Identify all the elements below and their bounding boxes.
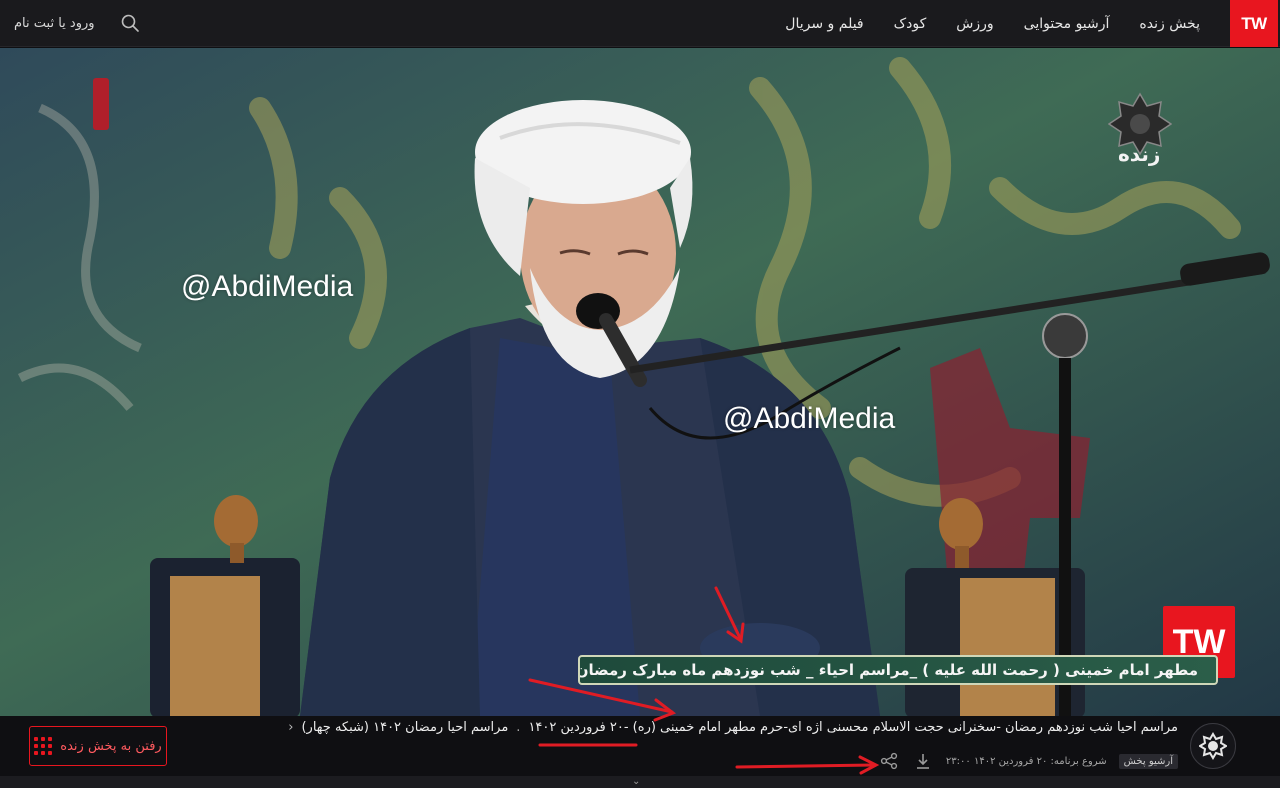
watermark-text: @AbdiMedia (181, 270, 354, 303)
archive-badge: آرشیو پخش (1118, 753, 1178, 769)
top-navigation-bar: TW پخش زنده آرشیو محتوایی ورزش کودک فیلم… (0, 0, 1280, 47)
nav-item-movies-series[interactable]: فیلم و سریال (785, 16, 863, 32)
channel-logo[interactable] (1190, 723, 1236, 769)
nav-item-archive[interactable]: آرشیو محتوایی (1024, 16, 1110, 32)
grid-icon (34, 737, 53, 755)
channel-four-icon (1199, 732, 1227, 760)
nav-item-live[interactable]: پخش زنده (1139, 16, 1200, 32)
chevron-left-icon[interactable]: ‹ (288, 720, 293, 735)
main-nav: پخش زنده آرشیو محتوایی ورزش کودک فیلم و … (785, 0, 1200, 47)
title-separator: . (516, 720, 521, 735)
program-series-link[interactable]: مراسم احیا رمضان ۱۴۰۲ (شبکه چهار) (301, 720, 508, 735)
go-to-live-button[interactable]: رفتن به پخش زنده (29, 726, 167, 766)
program-title-main: مراسم احیا شب نوزدهم رمضان -سخنرانی حجت … (528, 720, 1178, 735)
live-label: زنده (1118, 142, 1161, 166)
watermark-text: @AbdiMedia (723, 402, 896, 435)
program-title: مراسم احیا شب نوزدهم رمضان -سخنرانی حجت … (288, 720, 1178, 735)
program-start-time: شروع برنامه: ۲۰ فروردین ۱۴۰۲ ۲۳:۰۰ (945, 755, 1107, 767)
telewebion-logo[interactable]: TW (1230, 0, 1278, 47)
search-icon[interactable] (120, 13, 140, 33)
program-meta: آرشیو پخش شروع برنامه: ۲۰ فروردین ۱۴۰۲ ۲… (878, 750, 1178, 772)
download-icon[interactable] (912, 750, 934, 772)
video-frame (0, 48, 1280, 716)
lower-third-caption: مطهر امام خمینی ( رحمت الله علیه ) _مراس… (578, 655, 1218, 685)
share-icon[interactable] (878, 750, 900, 772)
nav-item-sports[interactable]: ورزش (956, 16, 993, 32)
program-info-bar: مراسم احیا شب نوزدهم رمضان -سخنرانی حجت … (0, 716, 1280, 776)
video-player[interactable]: @AbdiMedia @AbdiMedia زنده TW مطهر امام … (0, 48, 1280, 716)
nav-item-kids[interactable]: کودک (894, 16, 927, 32)
login-register-link[interactable]: ورود یا ثبت نام (14, 0, 95, 47)
go-to-live-label: رفتن به پخش زنده (60, 738, 162, 754)
chevron-down-icon[interactable]: ⌄ (632, 776, 640, 787)
